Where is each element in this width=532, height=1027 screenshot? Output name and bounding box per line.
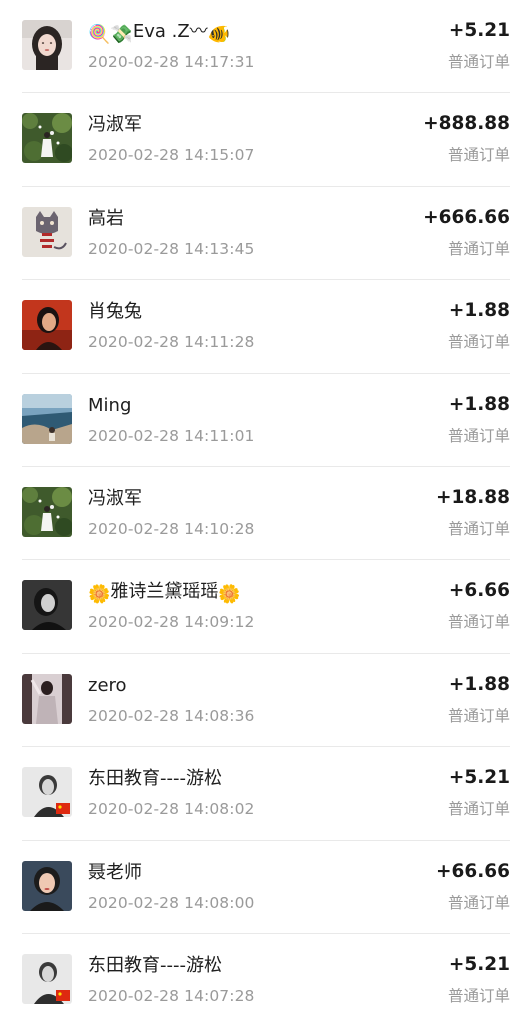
avatar[interactable] — [22, 300, 72, 351]
avatar[interactable] — [22, 673, 72, 724]
timestamp: 2020-02-28 14:08:36 — [88, 706, 255, 725]
amount: +888.88 — [423, 113, 510, 135]
name-prefix: 🌼 — [88, 584, 111, 606]
list-item[interactable]: 东田教育----游松 2020-02-28 14:08:02 +5.21 普通订… — [0, 747, 532, 841]
timestamp: 2020-02-28 14:11:01 — [88, 426, 255, 445]
woman-portrait-avatar-image — [22, 860, 72, 911]
user-name: 东田教育----游松 — [88, 954, 222, 976]
user-name: zero — [88, 674, 127, 696]
list-item[interactable]: 🌼 雅诗兰黛瑶瑶 🌼 2020-02-28 14:09:12 +6.66 普通订… — [0, 560, 532, 654]
order-type-label: 普通订单 — [447, 426, 510, 445]
amount: +66.66 — [435, 860, 510, 882]
timestamp: 2020-02-28 14:10:28 — [88, 519, 255, 538]
order-type-label: 普通订单 — [447, 800, 510, 819]
avatar[interactable] — [22, 580, 72, 631]
avatar[interactable] — [22, 486, 72, 537]
timestamp: 2020-02-28 14:08:00 — [88, 893, 255, 912]
avatar[interactable] — [22, 860, 72, 911]
list-item[interactable]: zero 2020-02-28 14:08:36 +1.88 普通订单 — [0, 654, 532, 748]
avatar[interactable] — [22, 206, 72, 257]
red-portrait-avatar-image — [22, 300, 72, 351]
amount: +6.66 — [448, 580, 510, 602]
garden-avatar-image — [22, 113, 72, 164]
list-item[interactable]: 冯淑军 2020-02-28 14:10:28 +18.88 普通订单 — [0, 467, 532, 561]
user-name: Ming — [88, 394, 132, 416]
order-type-label: 普通订单 — [447, 706, 510, 725]
timestamp: 2020-02-28 14:11:28 — [88, 333, 255, 352]
avatar[interactable] — [22, 113, 72, 164]
amount: +18.88 — [435, 486, 510, 508]
list-item[interactable]: 肖兔兔 2020-02-28 14:11:28 +1.88 普通订单 — [0, 280, 532, 374]
amount: +5.21 — [448, 20, 510, 41]
list-item[interactable]: 🍭💸Eva .Z〰🐠 2020-02-28 14:17:31 +5.21 普通订… — [0, 0, 532, 94]
order-type-label: 普通订单 — [447, 53, 510, 71]
order-type-label: 普通订单 — [447, 986, 510, 1005]
user-name: 冯淑军 — [88, 487, 142, 509]
flag-portrait-avatar-image — [22, 767, 72, 818]
avatar[interactable] — [22, 20, 72, 70]
cat-sketch-avatar-image — [22, 206, 72, 257]
order-type-label: 普通订单 — [447, 333, 510, 352]
user-name: 肖兔兔 — [88, 301, 142, 323]
timestamp: 2020-02-28 14:13:45 — [88, 239, 255, 258]
avatar[interactable] — [22, 767, 72, 818]
selfie-avatar-image — [22, 20, 72, 70]
list-item[interactable]: 聂老师 2020-02-28 14:08:00 +66.66 普通订单 — [0, 841, 532, 934]
order-type-label: 普通订单 — [447, 613, 510, 632]
amount: +5.21 — [448, 767, 510, 789]
timestamp: 2020-02-28 14:07:28 — [88, 986, 255, 1005]
timestamp: 2020-02-28 14:08:02 — [88, 800, 255, 819]
order-type-label: 普通订单 — [447, 146, 510, 165]
timestamp: 2020-02-28 14:09:12 — [88, 613, 255, 632]
user-name: 冯淑军 — [88, 114, 142, 136]
amount: +1.88 — [448, 673, 510, 695]
user-name: 东田教育----游松 — [88, 768, 222, 790]
order-type-label: 普通订单 — [447, 519, 510, 538]
bw-portrait-avatar-image — [22, 580, 72, 631]
name-suffix: 🌼 — [218, 584, 241, 606]
user-name: 🌼 雅诗兰黛瑶瑶 🌼 — [88, 581, 241, 606]
timestamp: 2020-02-28 14:15:07 — [88, 146, 255, 165]
amount: +666.66 — [423, 206, 510, 228]
timestamp: 2020-02-28 14:17:31 — [88, 53, 255, 71]
flag-portrait-avatar-image — [22, 953, 72, 1004]
order-type-label: 普通订单 — [447, 893, 510, 912]
amount: +1.88 — [448, 393, 510, 415]
user-name: 高岩 — [88, 207, 124, 229]
list-item[interactable]: Ming 2020-02-28 14:11:01 +1.88 普通订单 — [0, 374, 532, 467]
list-item[interactable]: 东田教育----游松 2020-02-28 14:07:28 +5.21 普通订… — [0, 934, 532, 1027]
transaction-list: 🍭💸Eva .Z〰🐠 2020-02-28 14:17:31 +5.21 普通订… — [0, 0, 532, 1027]
seaside-avatar-image — [22, 393, 72, 444]
name-prefix: 🍭💸 — [88, 24, 133, 45]
user-name: 聂老师 — [88, 861, 142, 883]
amount: +5.21 — [448, 953, 510, 975]
amount: +1.88 — [448, 300, 510, 322]
avatar[interactable] — [22, 393, 72, 444]
garden-avatar-image — [22, 486, 72, 537]
avatar[interactable] — [22, 953, 72, 1004]
name-suffix: 🐠 — [207, 24, 231, 45]
mirror-avatar-image — [22, 673, 72, 724]
user-name: 🍭💸Eva .Z〰🐠 — [88, 21, 231, 45]
list-item[interactable]: 高岩 2020-02-28 14:13:45 +666.66 普通订单 — [0, 187, 532, 281]
list-item[interactable]: 冯淑军 2020-02-28 14:15:07 +888.88 普通订单 — [0, 93, 532, 187]
order-type-label: 普通订单 — [447, 239, 510, 258]
